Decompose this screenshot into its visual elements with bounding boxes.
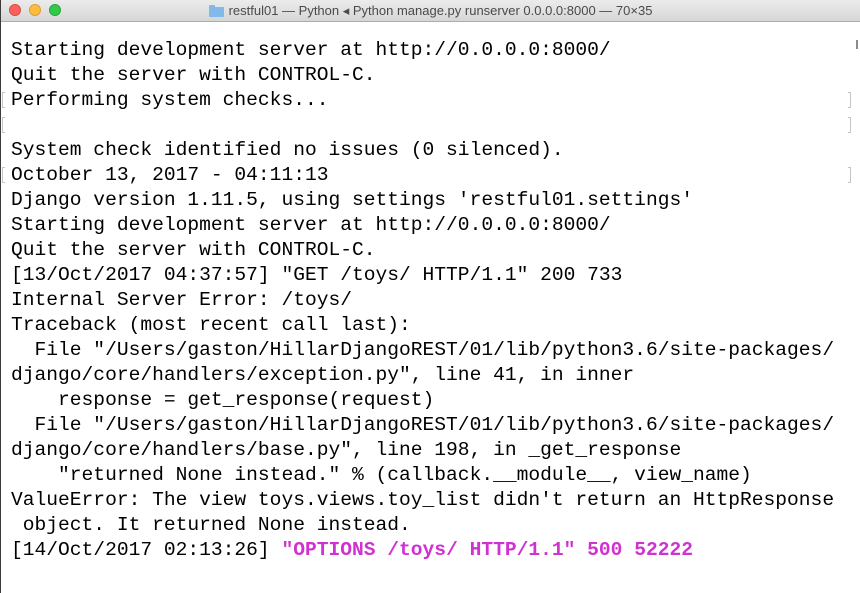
terminal-line: Quit the server with CONTROL-C. — [11, 239, 376, 261]
selection-bracket-left — [2, 167, 5, 183]
terminal-line: object. It returned None instead. — [11, 514, 411, 536]
terminal-line: System check identified no issues (0 sil… — [11, 139, 564, 161]
log-timestamp: [14/Oct/2017 02:13:26] — [11, 539, 282, 561]
terminal-line: Quit the server with CONTROL-C. — [11, 64, 376, 86]
terminal-line: Starting development server at http://0.… — [11, 39, 611, 61]
window-title: restful01 — Python ◂ Python manage.py ru… — [1, 0, 860, 21]
terminal-line: "returned None instead." % (callback.__m… — [11, 464, 752, 486]
terminal-line: Traceback (most recent call last): — [11, 314, 411, 336]
terminal-line: Internal Server Error: /toys/ — [11, 289, 352, 311]
terminal-line: File "/Users/gaston/HillarDjangoREST/01/… — [11, 414, 835, 436]
terminal-line: django/core/handlers/base.py", line 198,… — [11, 439, 682, 461]
terminal-line: File "/Users/gaston/HillarDjangoREST/01/… — [11, 339, 835, 361]
terminal-line: October 13, 2017 - 04:11:13 — [11, 164, 329, 186]
selection-bracket-left — [2, 117, 5, 133]
window-title-text: restful01 — Python ◂ Python manage.py ru… — [228, 2, 653, 18]
highlighted-request: "OPTIONS /toys/ HTTP/1.1" 500 52222 — [281, 539, 693, 561]
terminal-line: Performing system checks... — [11, 89, 329, 111]
terminal-line: django/core/handlers/exception.py", line… — [11, 364, 635, 386]
terminal-line: Django version 1.11.5, using settings 'r… — [11, 189, 693, 211]
terminal-line: ValueError: The view toys.views.toy_list… — [11, 489, 835, 511]
selection-bracket-left — [2, 92, 5, 108]
title-bar[interactable]: restful01 — Python ◂ Python manage.py ru… — [1, 0, 860, 22]
terminal-line-last: [14/Oct/2017 02:13:26] "OPTIONS /toys/ H… — [11, 538, 860, 563]
terminal-line: [13/Oct/2017 04:37:57] "GET /toys/ HTTP/… — [11, 264, 623, 286]
terminal-line: response = get_response(request) — [11, 389, 435, 411]
terminal-window: restful01 — Python ◂ Python manage.py ru… — [0, 0, 860, 593]
folder-icon — [208, 4, 224, 17]
terminal-line: Starting development server at http://0.… — [11, 214, 611, 236]
terminal-output[interactable]: Starting development server at http://0.… — [11, 38, 860, 563]
